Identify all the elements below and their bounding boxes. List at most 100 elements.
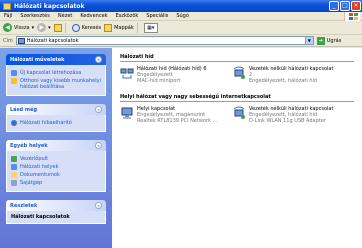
explorer-window: Hálózati kapcsolatok _ □ × Fájl Szerkesz…	[0, 0, 362, 248]
connection-item[interactable]: Vezeték nélküli hálózati kapcsolat 2 Eng…	[232, 66, 344, 84]
minimize-button[interactable]: _	[329, 1, 339, 11]
connection-device: D-Link WLAN 11g USB Adapter	[249, 118, 326, 124]
back-dropdown-icon[interactable]: ▾	[32, 25, 35, 31]
my-computer-icon	[11, 180, 17, 186]
folders-icon	[104, 23, 113, 32]
task-home-network[interactable]: Otthoni vagy kisebb munkahelyi hálózat b…	[11, 78, 101, 90]
window-title: Hálózati kapcsolatok	[14, 2, 85, 10]
network-tasks-panel: Hálózati műveletek « Új kapcsolat létreh…	[6, 54, 106, 96]
network-tasks-body: Új kapcsolat létrehozása Otthoni vagy ki…	[6, 65, 106, 96]
link-label: Dokumentumok	[20, 172, 60, 178]
see-also-title: Lásd még	[10, 106, 38, 113]
network-bridge-icon	[120, 68, 134, 79]
lan-connection-icon	[121, 107, 133, 119]
see-also-panel: Lásd még « Hálózati hibaelhárító	[6, 104, 106, 132]
details-header[interactable]: Részletek «	[6, 200, 106, 211]
network-places-icon	[11, 164, 17, 170]
back-arrow-icon: ◀	[3, 23, 12, 32]
collapse-icon[interactable]: «	[95, 202, 102, 209]
link-label: Hálózati helyek	[20, 164, 59, 170]
network-folder-icon	[3, 2, 11, 10]
address-label: Cím	[3, 37, 13, 44]
search-label: Keresés	[81, 24, 102, 31]
see-also-body: Hálózati hibaelhárító	[6, 115, 106, 132]
group-header-lan: Helyi hálózat vagy nagy sebességű intern…	[120, 94, 354, 102]
up-button[interactable]	[53, 22, 62, 33]
details-body: Hálózati kapcsolatok	[6, 211, 106, 224]
connection-item[interactable]: Helyi kapcsolat Engedélyezett, magánszin…	[120, 106, 232, 124]
forward-button[interactable]: ▶ ▾	[37, 22, 51, 33]
connection-name: Vezeték nélküli hálózati kapcsolat	[249, 66, 334, 72]
connection-device: Engedélyezett, hálózati híd	[249, 78, 318, 84]
control-panel-icon	[11, 156, 17, 162]
go-label: Ugrás	[326, 37, 342, 44]
go-button[interactable]: ➜ Ugrás	[316, 36, 342, 45]
toolbar: ◀ Vissza ▾ ▶ ▾ Keresés Mappák ▦▾	[0, 21, 362, 35]
task-label: Új kapcsolat létrehozása	[20, 70, 82, 76]
link-control-panel[interactable]: Vezérlőpult	[11, 156, 101, 162]
documents-icon	[11, 172, 17, 178]
link-label: Sajátgép	[20, 180, 43, 186]
back-button[interactable]: ◀ Vissza ▾	[3, 22, 34, 33]
views-button[interactable]: ▦▾	[143, 22, 158, 33]
details-value: Hálózati kapcsolatok	[11, 214, 70, 220]
connection-item[interactable]: Hálózati híd (Hálózati híd) 6 Engedélyez…	[120, 66, 232, 84]
network-tasks-header[interactable]: Hálózati műveletek «	[6, 54, 106, 65]
group-lan-row: Helyi kapcsolat Engedélyezett, magánszin…	[120, 106, 354, 124]
collapse-icon[interactable]: «	[95, 142, 102, 149]
network-tasks-title: Hálózati műveletek	[10, 56, 65, 63]
connection-device: MAC-híd miniport	[137, 78, 181, 84]
collapse-icon[interactable]: «	[95, 56, 102, 63]
link-documents[interactable]: Dokumentumok	[11, 172, 101, 178]
task-new-connection[interactable]: Új kapcsolat létrehozása	[11, 70, 101, 76]
windows-logo-icon	[344, 12, 360, 21]
see-also-header[interactable]: Lásd még «	[6, 104, 106, 115]
menu-advanced[interactable]: Speciális	[142, 13, 172, 19]
menu-favorites[interactable]: Kedvencek	[76, 13, 111, 19]
address-dropdown-icon[interactable]: ▼	[304, 37, 313, 44]
info-icon	[11, 120, 17, 126]
maximize-button[interactable]: □	[340, 1, 350, 11]
link-network-troubleshooter[interactable]: Hálózati hibaelhárító	[11, 120, 101, 126]
toolbar-separator	[64, 22, 66, 33]
other-places-title: Egyéb helyek	[10, 142, 48, 149]
other-places-header[interactable]: Egyéb helyek «	[6, 140, 106, 151]
folders-button[interactable]: Mappák	[104, 22, 134, 33]
group-bridge-row: Hálózati híd (Hálózati híd) 6 Engedélyez…	[120, 66, 354, 84]
address-bar: Cím Hálózati kapcsolatok ▼ ➜ Ugrás	[0, 35, 362, 47]
folder-up-icon	[53, 23, 62, 32]
other-places-body: Vezérlőpult Hálózati helyek Dokumentumok…	[6, 151, 106, 192]
search-icon	[71, 23, 80, 32]
menu-bar: Fájl Szerkesztés Nézet Kedvencek Eszközö…	[0, 12, 362, 21]
link-label: Vezérlőpult	[20, 156, 49, 162]
go-arrow-icon: ➜	[316, 36, 325, 45]
link-network-places[interactable]: Hálózati helyek	[11, 164, 101, 170]
link-label: Hálózati hibaelhárító	[20, 120, 72, 126]
new-connection-icon	[11, 70, 17, 76]
details-title: Részletek	[10, 202, 38, 209]
window-controls: _ □ ×	[329, 1, 361, 11]
close-button[interactable]: ×	[351, 1, 361, 11]
menu-edit[interactable]: Szerkesztés	[16, 13, 54, 19]
connection-item[interactable]: Vezeték nélküli hálózati kapcsolat Enged…	[232, 106, 344, 124]
address-value: Hálózati kapcsolatok	[26, 37, 79, 44]
title-bar[interactable]: Hálózati kapcsolatok _ □ ×	[0, 0, 362, 12]
menu-tools[interactable]: Eszközök	[112, 13, 143, 19]
menu-help[interactable]: Súgó	[172, 13, 193, 19]
address-field[interactable]: Hálózati kapcsolatok ▼	[15, 36, 314, 45]
group-header-bridge: Hálózati híd	[120, 54, 354, 62]
menu-view[interactable]: Nézet	[54, 13, 76, 19]
connection-device: Realtek RTL8139 PCI Network ...	[137, 118, 218, 124]
forward-dropdown-icon[interactable]: ▾	[48, 25, 51, 31]
wireless-connection-icon	[233, 106, 245, 119]
task-label: Otthoni vagy kisebb munkahelyi hálózat b…	[20, 78, 101, 90]
details-panel: Részletek « Hálózati kapcsolatok	[6, 200, 106, 224]
other-places-panel: Egyéb helyek « Vezérlőpult Hálózati hely…	[6, 140, 106, 192]
search-button[interactable]: Keresés	[71, 22, 102, 33]
collapse-icon[interactable]: «	[95, 106, 102, 113]
home-network-icon	[11, 78, 17, 84]
menu-file[interactable]: Fájl	[0, 13, 16, 19]
wireless-connection-icon	[233, 66, 245, 79]
link-my-computer[interactable]: Sajátgép	[11, 180, 101, 186]
back-label: Vissza	[14, 24, 30, 31]
